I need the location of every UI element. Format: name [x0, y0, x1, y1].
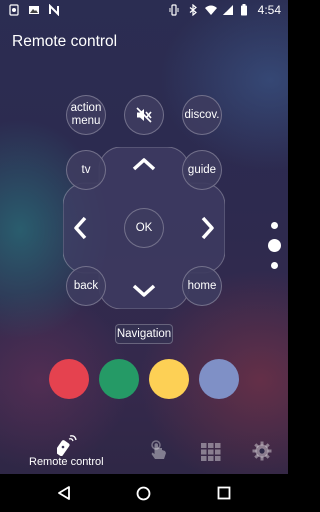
discover-button[interactable]: discov.	[182, 95, 222, 135]
pager-dot-1[interactable]	[271, 222, 278, 229]
battery-icon	[241, 4, 247, 16]
speaker-muted-icon	[136, 107, 152, 123]
dpad-right-button[interactable]	[201, 213, 215, 243]
guide-button[interactable]: guide	[182, 150, 222, 190]
image-icon	[29, 6, 39, 14]
remote-screen: 4:54 Remote control action menu discov. …	[0, 0, 288, 512]
touch-icon[interactable]	[150, 440, 168, 462]
mute-button[interactable]	[124, 95, 164, 135]
dpad-left-button[interactable]	[73, 213, 87, 243]
chevron-down-icon	[132, 284, 156, 297]
tv-button[interactable]: tv	[66, 150, 106, 190]
chevron-up-icon	[132, 158, 156, 171]
chevron-left-icon	[74, 216, 87, 240]
remote-icon[interactable]	[57, 434, 77, 456]
dpad-down-button[interactable]	[129, 284, 159, 298]
back-label: back	[73, 279, 99, 292]
notification-icon	[9, 4, 19, 16]
guide-label: guide	[187, 163, 217, 176]
dpad-up-button[interactable]	[129, 157, 159, 171]
tv-label: tv	[81, 163, 91, 176]
bluetooth-icon	[189, 4, 197, 16]
ok-button[interactable]: OK	[124, 208, 164, 248]
page-title: Remote control	[12, 33, 118, 50]
yellow-button[interactable]	[149, 359, 189, 399]
ok-label: OK	[135, 221, 153, 234]
action-menu-label: action menu	[70, 102, 102, 127]
wifi-icon	[205, 5, 217, 15]
back-button[interactable]: back	[66, 266, 106, 306]
home-label: home	[187, 279, 217, 292]
navigation-mode-button[interactable]: Navigation	[115, 324, 173, 344]
n-app-icon	[49, 4, 59, 16]
system-navigation-bar	[0, 474, 288, 512]
back-triangle-icon[interactable]	[57, 486, 71, 500]
vibrate-icon	[169, 4, 179, 16]
discover-label: discov.	[184, 108, 220, 121]
green-button[interactable]	[99, 359, 139, 399]
chevron-right-icon	[201, 216, 214, 240]
red-button[interactable]	[49, 359, 89, 399]
status-bar: 4:54	[0, 0, 288, 20]
navigation-label: Navigation	[116, 328, 172, 340]
signal-icon	[223, 5, 233, 15]
blue-button[interactable]	[199, 359, 239, 399]
recents-square-icon[interactable]	[217, 486, 231, 500]
clock: 4:54	[257, 3, 281, 17]
bottom-nav-remote-label[interactable]: Remote control	[29, 456, 104, 468]
gear-icon[interactable]	[252, 441, 272, 461]
pager-dot-3[interactable]	[271, 262, 278, 269]
home-button[interactable]: home	[182, 266, 222, 306]
pager-dot-2-active[interactable]	[268, 239, 281, 252]
home-circle-icon[interactable]	[136, 486, 151, 501]
grid-icon[interactable]	[201, 443, 221, 461]
action-menu-button[interactable]: action menu	[66, 95, 106, 135]
